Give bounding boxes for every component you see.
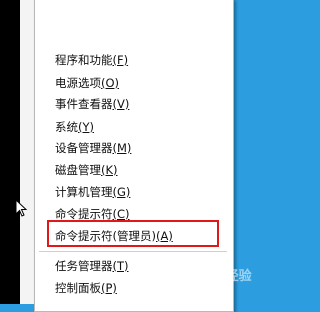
menu-item-device-manager[interactable]: 设备管理器(M) xyxy=(55,141,131,156)
menu-item-task-manager[interactable]: 任务管理器(T) xyxy=(55,259,129,274)
menu-item-programs-and-features[interactable]: 程序和功能(F) xyxy=(55,53,128,68)
highlight-box xyxy=(47,220,219,247)
watermark-text: Bai 经验 xyxy=(198,269,252,284)
menu-item-system[interactable]: 系统(Y) xyxy=(55,120,94,135)
window-edge xyxy=(20,0,34,304)
menu-item-power-options[interactable]: 电源选项(O) xyxy=(55,76,119,91)
menu-item-event-viewer[interactable]: 事件查看器(V) xyxy=(55,97,129,112)
menu-item-disk-management[interactable]: 磁盘管理(K) xyxy=(55,163,118,178)
menu-item-control-panel[interactable]: 控制面板(P) xyxy=(55,281,117,296)
menu-separator xyxy=(39,251,227,252)
taskbar-edge xyxy=(0,0,20,304)
menu-item-computer-management[interactable]: 计算机管理(G) xyxy=(55,185,130,200)
paw-icon xyxy=(177,262,195,281)
watermark: Bai 经验 xyxy=(176,259,268,287)
mouse-cursor-icon xyxy=(15,198,29,223)
